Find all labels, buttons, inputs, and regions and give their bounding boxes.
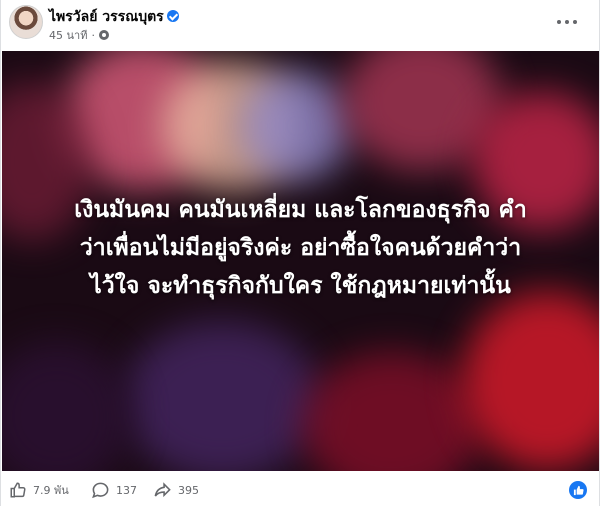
comment-bubble-icon <box>92 482 109 499</box>
author-name-row: ไพรวัลย์ วรรณบุตร <box>49 6 179 28</box>
image-caption-line: ว่าเพื่อนไม่มีอยู่จริงค่ะ อย่าซื้อใจคนด้… <box>79 235 522 261</box>
image-caption-line: เงินมันคม คนมันเหลี่ยม และโลกของธุรกิจ ค… <box>74 197 527 223</box>
post-image[interactable]: เงินมันคม คนมันเหลี่ยม และโลกของธุรกิจ ค… <box>2 51 599 471</box>
share-count: 395 <box>178 484 199 497</box>
like-reaction-icon[interactable] <box>569 481 587 499</box>
comment-count: 137 <box>116 484 137 497</box>
author-avatar[interactable] <box>9 5 43 39</box>
thumbs-up-icon <box>10 482 26 498</box>
like-count: 7.9 พัน <box>33 484 69 497</box>
image-caption-line: ไว้ใจ จะทำธุรกิจกับใคร ใช้กฎหมายเท่านั้น <box>90 273 511 299</box>
post-footer: 7.9 พัน 137 395 <box>1 474 599 506</box>
more-options-icon[interactable] <box>557 12 577 32</box>
facebook-post: ไพรวัลย์ วรรณบุตร 45 นาที · เงินมันคม คน… <box>0 0 600 506</box>
post-time[interactable]: 45 นาที <box>49 26 87 44</box>
verified-badge-icon <box>166 10 179 22</box>
share-button[interactable]: 395 <box>153 481 199 500</box>
share-arrow-icon <box>154 482 171 498</box>
author-name[interactable]: ไพรวัลย์ วรรณบุตร <box>49 9 164 25</box>
globe-icon <box>98 30 109 40</box>
meta-separator: · <box>91 28 95 42</box>
post-meta: 45 นาที · <box>49 26 109 44</box>
post-header: ไพรวัลย์ วรรณบุตร 45 นาที · <box>1 0 599 50</box>
comment-button[interactable]: 137 <box>91 481 137 500</box>
image-caption: เงินมันคม คนมันเหลี่ยม และโลกของธุรกิจ ค… <box>2 191 599 305</box>
like-button[interactable]: 7.9 พัน <box>9 481 69 499</box>
